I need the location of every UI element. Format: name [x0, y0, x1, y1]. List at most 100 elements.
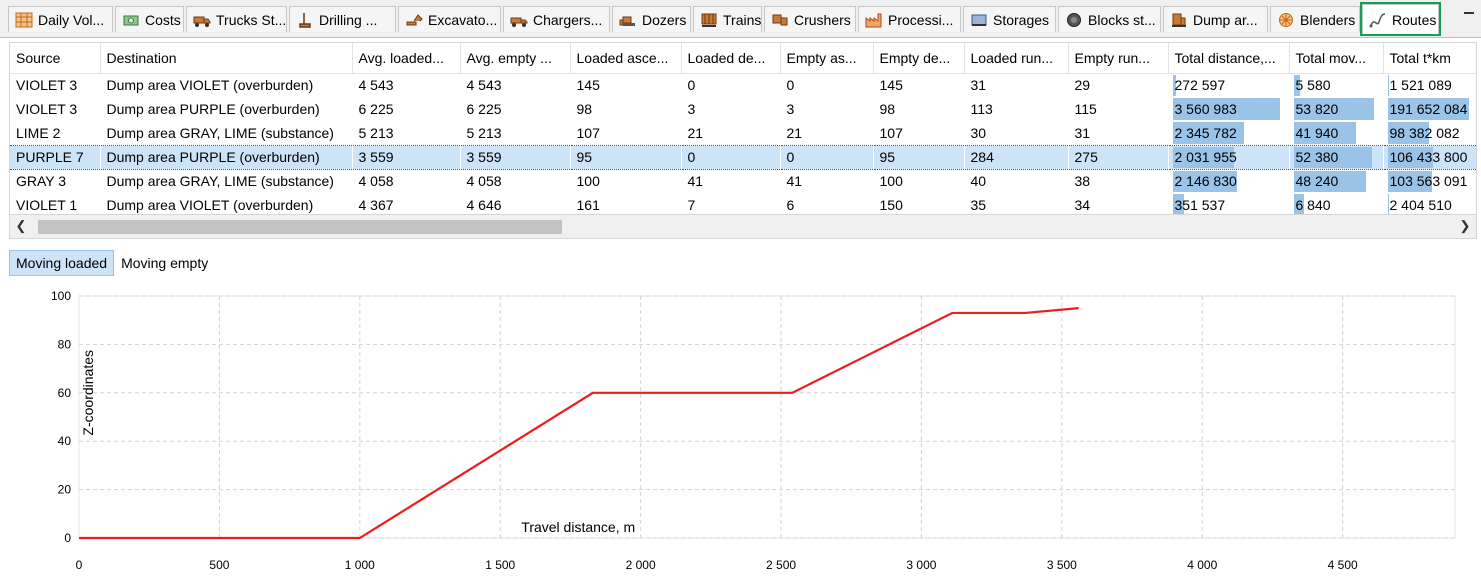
table-cell[interactable]: 272 597	[1168, 73, 1289, 97]
table-cell[interactable]: 29	[1068, 73, 1168, 97]
table-cell[interactable]: Dump area PURPLE (overburden)	[100, 144, 352, 170]
table-cell[interactable]: 145	[873, 73, 964, 97]
table-cell[interactable]: PURPLE 7	[10, 144, 100, 170]
table-cell[interactable]: 100	[570, 169, 681, 193]
table-cell[interactable]: 98	[570, 97, 681, 121]
table-cell[interactable]: 3	[780, 97, 873, 121]
table-cell[interactable]: VIOLET 3	[10, 97, 100, 121]
table-cell[interactable]: 5 580	[1289, 73, 1383, 97]
table-cell[interactable]: 4 543	[460, 73, 570, 97]
table-cell[interactable]: VIOLET 1	[10, 193, 100, 214]
column-header[interactable]: Empty run...	[1068, 43, 1169, 74]
table-cell[interactable]: Dump area VIOLET (overburden)	[100, 193, 352, 214]
column-header[interactable]: Loaded asce...	[570, 43, 682, 74]
table-cell[interactable]: 4 058	[352, 169, 460, 193]
table-cell[interactable]: 0	[681, 144, 780, 170]
table-cell[interactable]: 4 058	[460, 169, 570, 193]
table-cell[interactable]: 95	[570, 144, 681, 170]
table-cell[interactable]: 100	[873, 169, 964, 193]
tab-drilling[interactable]: Drilling ...	[289, 6, 396, 32]
table-cell[interactable]: 41	[681, 169, 780, 193]
table-cell[interactable]: Dump area GRAY, LIME (substance)	[100, 121, 352, 145]
table-cell[interactable]: 0	[780, 144, 873, 170]
tab-dozers[interactable]: Dozers	[612, 6, 691, 32]
table-cell[interactable]: 31	[964, 73, 1068, 97]
column-header[interactable]: Empty as...	[780, 43, 874, 74]
column-header[interactable]: Avg. loaded...	[352, 43, 461, 74]
column-header[interactable]: Loaded run...	[964, 43, 1069, 74]
tab-dump-ar[interactable]: Dump ar...	[1163, 6, 1268, 32]
scrollbar-thumb[interactable]	[38, 220, 562, 234]
table-cell[interactable]: 5 213	[460, 121, 570, 145]
table-row[interactable]: GRAY 3 Dump area GRAY, LIME (substance) 4 …	[10, 169, 1476, 193]
table-cell[interactable]: GRAY 3	[10, 169, 100, 193]
table-cell[interactable]: 98 382 082	[1383, 121, 1476, 145]
tab-chargers[interactable]: Chargers...	[503, 6, 610, 32]
table-cell[interactable]: 31	[1068, 121, 1168, 145]
column-header[interactable]: Total mov...	[1289, 43, 1384, 74]
table-cell[interactable]: 7	[681, 193, 780, 214]
table-cell[interactable]: 2 345 782	[1168, 121, 1289, 145]
table-cell[interactable]: 275	[1068, 144, 1168, 170]
table-cell[interactable]: 95	[873, 144, 964, 170]
table-cell[interactable]: 106 433 800	[1383, 144, 1476, 170]
table-cell[interactable]: Dump area GRAY, LIME (substance)	[100, 169, 352, 193]
table-cell[interactable]: 98	[873, 97, 964, 121]
tab-moving-empty[interactable]: Moving empty	[114, 250, 215, 276]
table-cell[interactable]: 2 031 955	[1168, 144, 1289, 170]
table-cell[interactable]: 35	[964, 193, 1068, 214]
table-cell[interactable]: 30	[964, 121, 1068, 145]
table-cell[interactable]: 103 563 091	[1383, 169, 1476, 193]
table-cell[interactable]: 2 146 830	[1168, 169, 1289, 193]
table-cell[interactable]: 21	[681, 121, 780, 145]
table-cell[interactable]: 150	[873, 193, 964, 214]
table-cell[interactable]: 6	[780, 193, 873, 214]
table-cell[interactable]: 115	[1068, 97, 1168, 121]
table-cell[interactable]: 34	[1068, 193, 1168, 214]
table-cell[interactable]: 3	[681, 97, 780, 121]
table-cell[interactable]: 2 404 510	[1383, 193, 1476, 214]
table-cell[interactable]: 21	[780, 121, 873, 145]
tab-storages[interactable]: Storages	[963, 6, 1056, 32]
column-header[interactable]: Total t*km	[1383, 43, 1476, 74]
table-row[interactable]: VIOLET 3 Dump area PURPLE (overburden) 6 2…	[10, 97, 1476, 121]
table-cell[interactable]: 6 225	[460, 97, 570, 121]
table-cell[interactable]: 3 559	[460, 144, 570, 170]
column-header[interactable]: Loaded de...	[681, 43, 781, 74]
table-row[interactable]: LIME 2 Dump area GRAY, LIME (substance) 5 …	[10, 121, 1476, 145]
column-header[interactable]: Destination	[100, 43, 353, 74]
table-cell[interactable]: Dump area VIOLET (overburden)	[100, 73, 352, 97]
tab-blocks-st[interactable]: Blocks st...	[1058, 6, 1161, 32]
table-cell[interactable]: 1 521 089	[1383, 73, 1476, 97]
table-cell[interactable]: 191 652 084	[1383, 97, 1476, 121]
tab-routes[interactable]: Routes	[1360, 2, 1441, 36]
tab-moving-loaded[interactable]: Moving loaded	[9, 250, 115, 276]
column-header[interactable]: Total distance,...	[1168, 43, 1290, 74]
table-row[interactable]: VIOLET 3 Dump area VIOLET (overburden) 4 5…	[10, 73, 1476, 97]
table-cell[interactable]: 3 560 983	[1168, 97, 1289, 121]
table-cell[interactable]: 5 213	[352, 121, 460, 145]
scroll-right-icon[interactable]: ❯	[1458, 219, 1472, 233]
table-cell[interactable]: VIOLET 3	[10, 73, 100, 97]
table-cell[interactable]: Dump area PURPLE (overburden)	[100, 97, 352, 121]
table-cell[interactable]: 41 940	[1289, 121, 1383, 145]
table-cell[interactable]: 3 559	[352, 144, 460, 170]
table-cell[interactable]: 40	[964, 169, 1068, 193]
column-header[interactable]: Empty de...	[873, 43, 965, 74]
table-cell[interactable]: 107	[570, 121, 681, 145]
scroll-left-icon[interactable]: ❮	[14, 219, 28, 233]
tab-crushers[interactable]: Crushers	[764, 6, 856, 32]
table-cell[interactable]: 4 367	[352, 193, 460, 214]
table-cell[interactable]: 107	[873, 121, 964, 145]
table-cell[interactable]: 52 380	[1289, 144, 1383, 170]
table-cell[interactable]: 113	[964, 97, 1068, 121]
tab-trucks-st[interactable]: Trucks St...	[186, 6, 287, 32]
tab-daily-vol[interactable]: Daily Vol...	[8, 6, 113, 32]
table-cell[interactable]: 351 537	[1168, 193, 1289, 214]
minimize-panel-icon[interactable]	[1463, 8, 1475, 18]
table-cell[interactable]: 145	[570, 73, 681, 97]
table-cell[interactable]: 161	[570, 193, 681, 214]
horizontal-scrollbar[interactable]: ❮ ❯	[9, 215, 1477, 239]
table-cell[interactable]: 6 840	[1289, 193, 1383, 214]
table-cell[interactable]: 284	[964, 144, 1068, 170]
